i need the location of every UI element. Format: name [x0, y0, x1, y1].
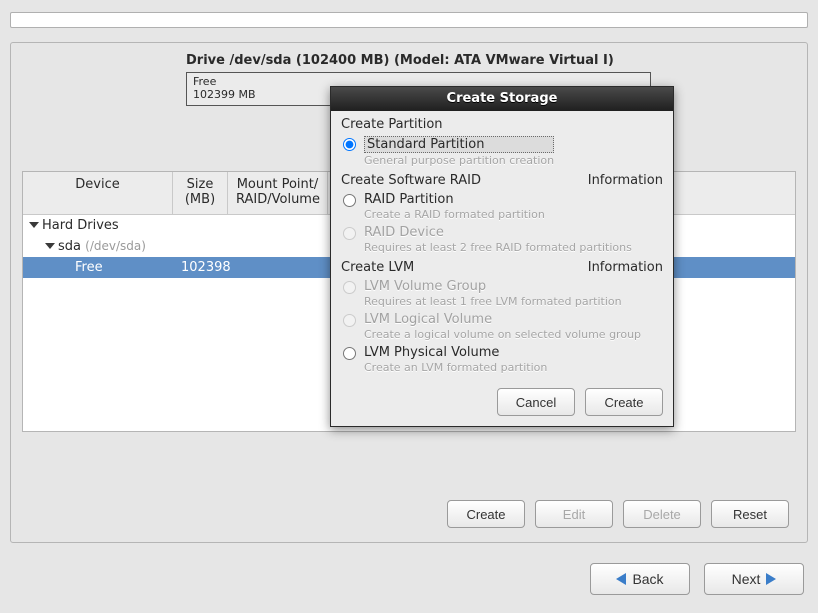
option-label: LVM Logical Volume [364, 312, 641, 327]
option-label: Standard Partition [364, 136, 554, 153]
nav-buttons: Back Next [590, 563, 804, 595]
radio-lvm-pv[interactable] [343, 347, 356, 360]
radio-lvm-vg [343, 281, 356, 294]
info-link-raid[interactable]: Information [588, 173, 663, 188]
option-desc: General purpose partition creation [364, 154, 554, 167]
option-label: LVM Physical Volume [364, 345, 547, 360]
radio-raid-partition[interactable] [343, 194, 356, 207]
option-label: RAID Device [364, 225, 632, 240]
option-desc: Requires at least 2 free RAID formated p… [364, 241, 632, 254]
create-storage-dialog: Create Storage Create Partition Standard… [330, 86, 674, 427]
arrow-left-icon [616, 573, 626, 585]
tree-size: 102398 [181, 260, 236, 275]
next-button[interactable]: Next [704, 563, 804, 595]
col-size[interactable]: Size (MB) [173, 172, 228, 214]
back-button[interactable]: Back [590, 563, 690, 595]
info-link-lvm[interactable]: Information [588, 260, 663, 275]
dialog-body: Create Partition Standard Partition Gene… [331, 111, 673, 426]
section-label: Create LVM [341, 260, 414, 275]
arrow-right-icon [766, 573, 776, 585]
radio-raid-device [343, 227, 356, 240]
edit-button: Edit [535, 500, 613, 528]
back-label: Back [632, 571, 663, 587]
tree-path: (/dev/sda) [85, 239, 146, 253]
option-lvm-volume-group: LVM Volume Group Requires at least 1 fre… [341, 279, 663, 308]
tree-label: Hard Drives [42, 218, 119, 233]
create-button[interactable]: Create [447, 500, 525, 528]
radio-lvm-lv [343, 314, 356, 327]
section-label: Create Software RAID [341, 173, 481, 188]
option-label: LVM Volume Group [364, 279, 622, 294]
header-bar [10, 12, 808, 28]
reset-button[interactable]: Reset [711, 500, 789, 528]
section-create-partition: Create Partition [341, 117, 663, 132]
next-label: Next [732, 571, 761, 587]
option-desc: Create an LVM formated partition [364, 361, 547, 374]
dialog-buttons: Cancel Create [341, 388, 663, 416]
dialog-cancel-button[interactable]: Cancel [497, 388, 575, 416]
expander-icon[interactable] [29, 222, 39, 228]
drive-title: Drive /dev/sda (102400 MB) (Model: ATA V… [186, 53, 797, 68]
delete-button: Delete [623, 500, 701, 528]
option-lvm-physical-volume[interactable]: LVM Physical Volume Create an LVM format… [341, 345, 663, 374]
option-label: RAID Partition [364, 192, 545, 207]
col-mount[interactable]: Mount Point/ RAID/Volume [228, 172, 328, 214]
option-standard-partition[interactable]: Standard Partition General purpose parti… [341, 136, 663, 167]
option-desc: Requires at least 1 free LVM formated pa… [364, 295, 622, 308]
section-create-raid: Create Software RAID Information [341, 173, 663, 188]
dialog-title: Create Storage [331, 87, 673, 111]
col-device[interactable]: Device [23, 172, 173, 214]
dialog-create-button[interactable]: Create [585, 388, 663, 416]
option-raid-partition[interactable]: RAID Partition Create a RAID formated pa… [341, 192, 663, 221]
option-desc: Create a logical volume on selected volu… [364, 328, 641, 341]
tree-label: Free [71, 260, 181, 275]
panel-buttons: Create Edit Delete Reset [447, 500, 789, 528]
option-desc: Create a RAID formated partition [364, 208, 545, 221]
section-create-lvm: Create LVM Information [341, 260, 663, 275]
section-label: Create Partition [341, 117, 443, 132]
expander-icon[interactable] [45, 243, 55, 249]
option-lvm-logical-volume: LVM Logical Volume Create a logical volu… [341, 312, 663, 341]
tree-label: sda [58, 239, 81, 254]
radio-standard-partition[interactable] [343, 138, 356, 151]
option-raid-device: RAID Device Requires at least 2 free RAI… [341, 225, 663, 254]
